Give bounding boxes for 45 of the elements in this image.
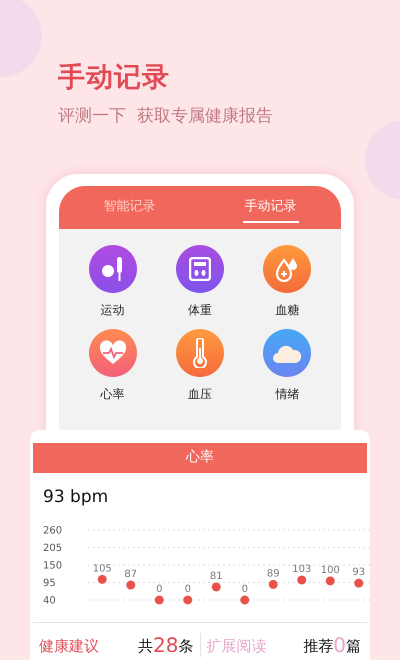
reading-value: 93 bpm: [42, 486, 110, 508]
hero-subtitle: 评测一下 获取专属健康报告: [58, 105, 274, 128]
data-label: 87: [124, 569, 138, 580]
axis-tick-label: 40: [43, 596, 56, 606]
data-point: [354, 578, 364, 588]
data-point: [240, 596, 250, 604]
data-point: [126, 580, 136, 590]
thermometer-icon: [190, 338, 209, 368]
count-prefix: 推荐: [303, 636, 334, 656]
data-point: [326, 576, 335, 586]
category-item[interactable]: 体重: [156, 244, 244, 318]
section-link[interactable]: 健康建议: [39, 634, 99, 657]
axis-tick-label: 95: [43, 578, 56, 589]
data-label: 0: [242, 584, 248, 595]
count-prefix: 共: [138, 636, 154, 656]
card-title: 心率: [186, 448, 214, 467]
hero-title: 手动记录: [58, 61, 171, 95]
data-label: 93: [352, 567, 366, 578]
data-point: [212, 582, 221, 592]
data-label: 81: [210, 570, 223, 582]
axis-tick-label: 205: [43, 543, 62, 554]
data-label: 0: [156, 584, 162, 595]
data-point: [297, 575, 306, 584]
data-point: [183, 596, 192, 604]
count-number: 28: [153, 633, 178, 657]
data-label: 89: [266, 568, 280, 580]
data-point: [268, 580, 278, 589]
axis-tick-label: 150: [43, 560, 62, 572]
axis-tick-label: 260: [43, 526, 62, 536]
category-item[interactable]: 血压: [156, 328, 244, 402]
category-item[interactable]: 运动: [69, 244, 156, 318]
heart-icon: [98, 340, 127, 366]
count-number: 0: [333, 633, 346, 657]
data-label: 103: [292, 564, 312, 575]
data-label: 105: [92, 563, 112, 574]
data-label: 0: [184, 584, 191, 595]
count-suffix: 条: [178, 636, 194, 656]
category-item[interactable]: 血糖: [244, 244, 331, 318]
category-item[interactable]: 心率: [69, 328, 156, 402]
data-point: [98, 574, 107, 584]
count-suffix: 篇: [346, 636, 361, 656]
data-point: [154, 596, 164, 604]
data-label: 100: [320, 564, 340, 576]
scale-icon: [188, 256, 211, 280]
category-item[interactable]: 情绪: [244, 328, 331, 402]
